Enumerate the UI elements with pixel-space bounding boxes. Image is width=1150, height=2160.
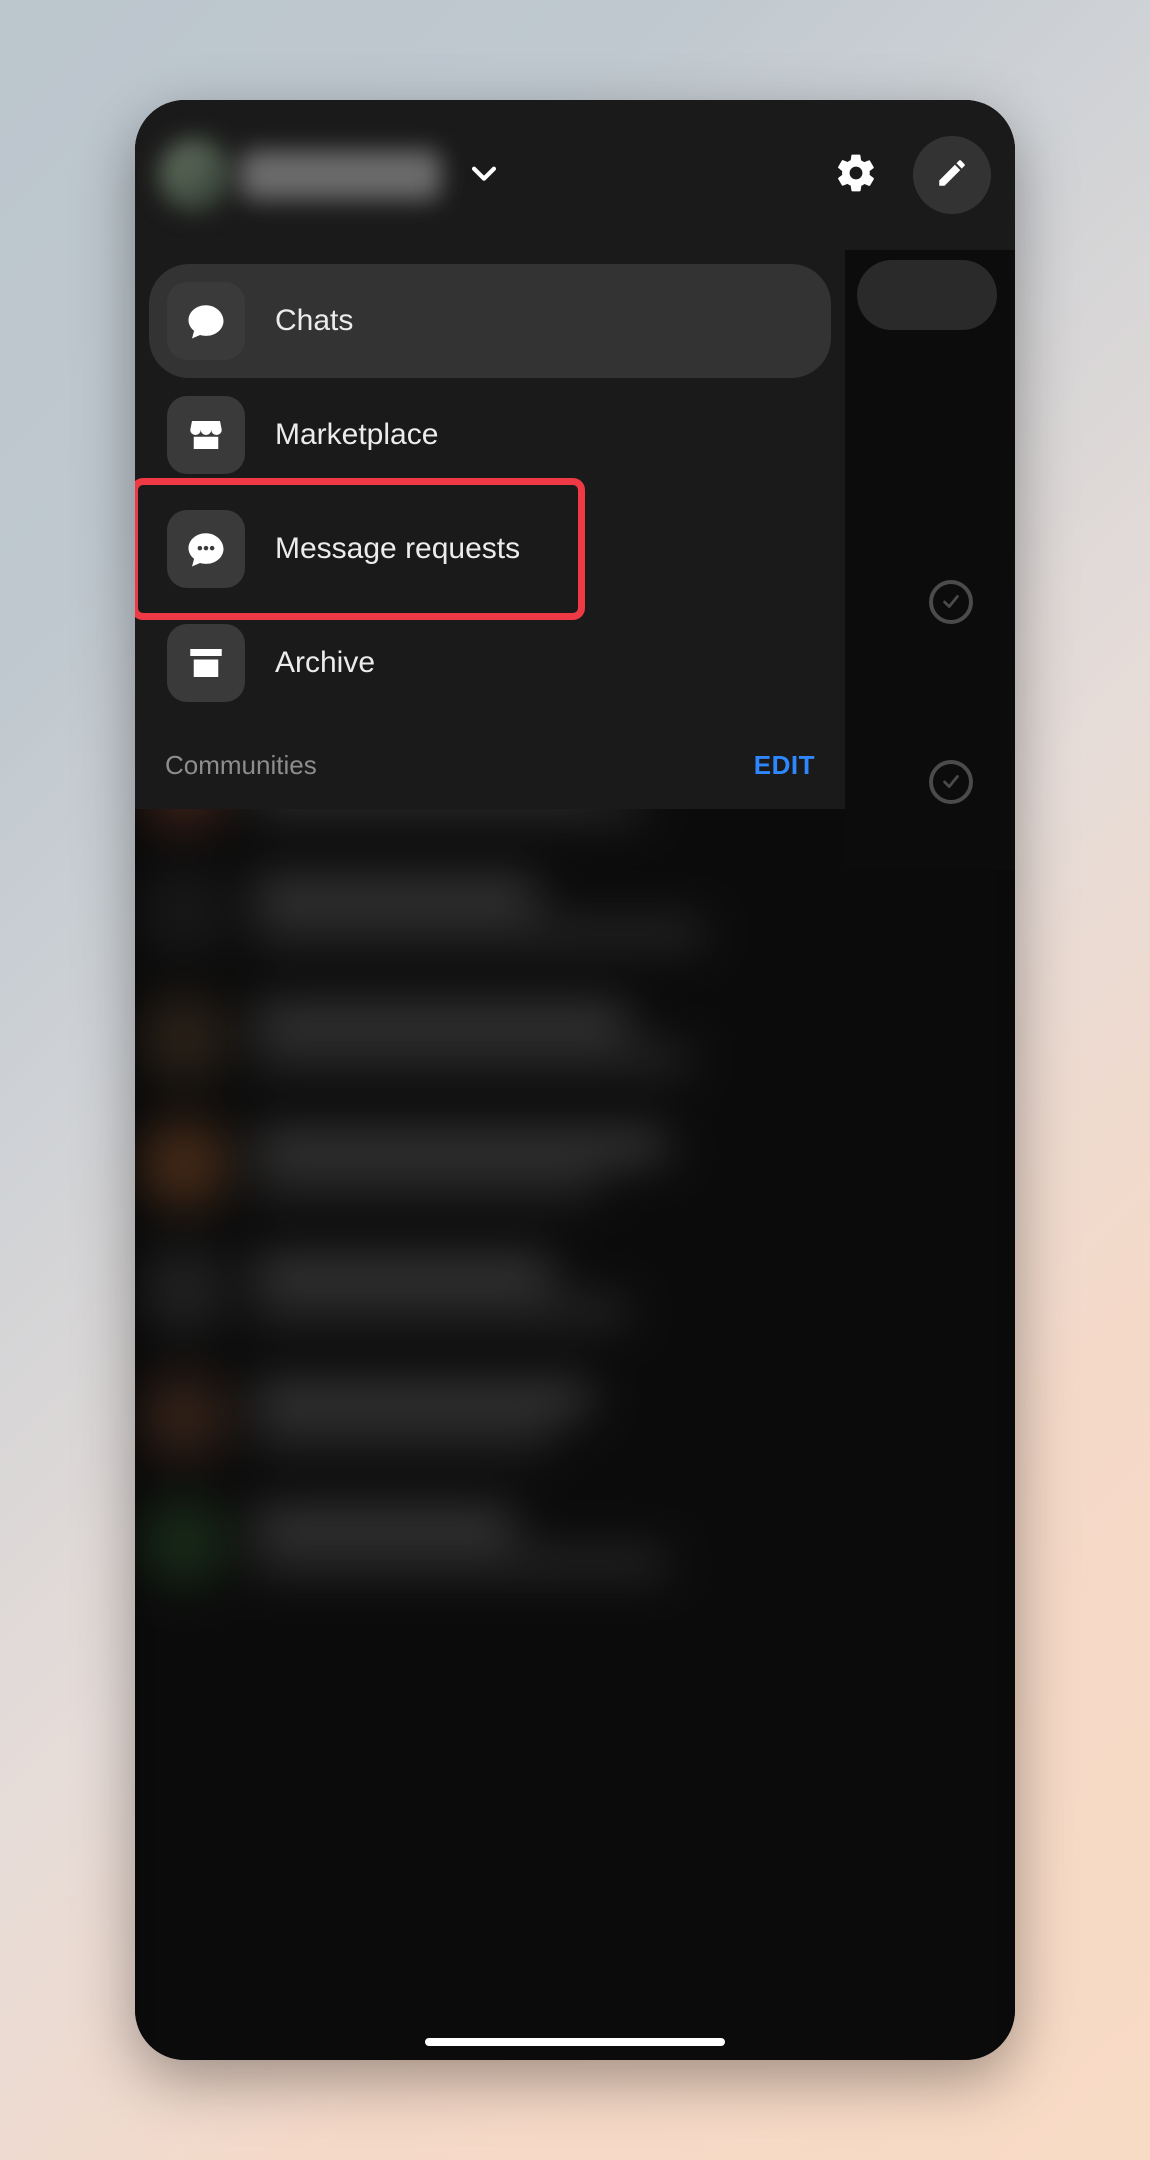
menu-item-label: Chats <box>275 304 353 338</box>
menu-item-chats[interactable]: Chats <box>149 264 831 378</box>
chat-ellipsis-icon <box>167 510 245 588</box>
search-pill-peek <box>857 260 997 330</box>
delivered-check-icon <box>929 580 973 624</box>
account-switcher[interactable] <box>159 115 441 235</box>
menu-item-label: Archive <box>275 646 375 680</box>
profile-name-blurred <box>241 150 441 200</box>
menu-item-archive[interactable]: Archive <box>149 606 831 720</box>
settings-button[interactable] <box>817 136 895 214</box>
chevron-down-icon[interactable] <box>459 148 509 203</box>
gear-icon <box>834 151 878 200</box>
phone-frame: Chats Marketplace Message requests Archi… <box>135 100 1015 2060</box>
home-indicator <box>425 2038 725 2046</box>
profile-avatar <box>159 139 231 211</box>
edit-communities-link[interactable]: EDIT <box>754 750 815 781</box>
chat-bubble-icon <box>167 282 245 360</box>
menu-item-message-requests[interactable]: Message requests <box>149 492 831 606</box>
pencil-icon <box>935 156 969 195</box>
storefront-icon <box>167 396 245 474</box>
menu-item-marketplace[interactable]: Marketplace <box>149 378 831 492</box>
communities-label: Communities <box>165 750 317 781</box>
communities-section-header: Communities EDIT <box>135 720 845 787</box>
menu-item-label: Message requests <box>275 532 520 566</box>
menu-item-label: Marketplace <box>275 418 438 452</box>
right-column-peek <box>845 250 1015 870</box>
compose-button[interactable] <box>913 136 991 214</box>
archive-box-icon <box>167 624 245 702</box>
top-bar <box>135 100 1015 250</box>
delivered-check-icon <box>929 760 973 804</box>
inbox-switcher-panel: Chats Marketplace Message requests Archi… <box>135 250 845 809</box>
